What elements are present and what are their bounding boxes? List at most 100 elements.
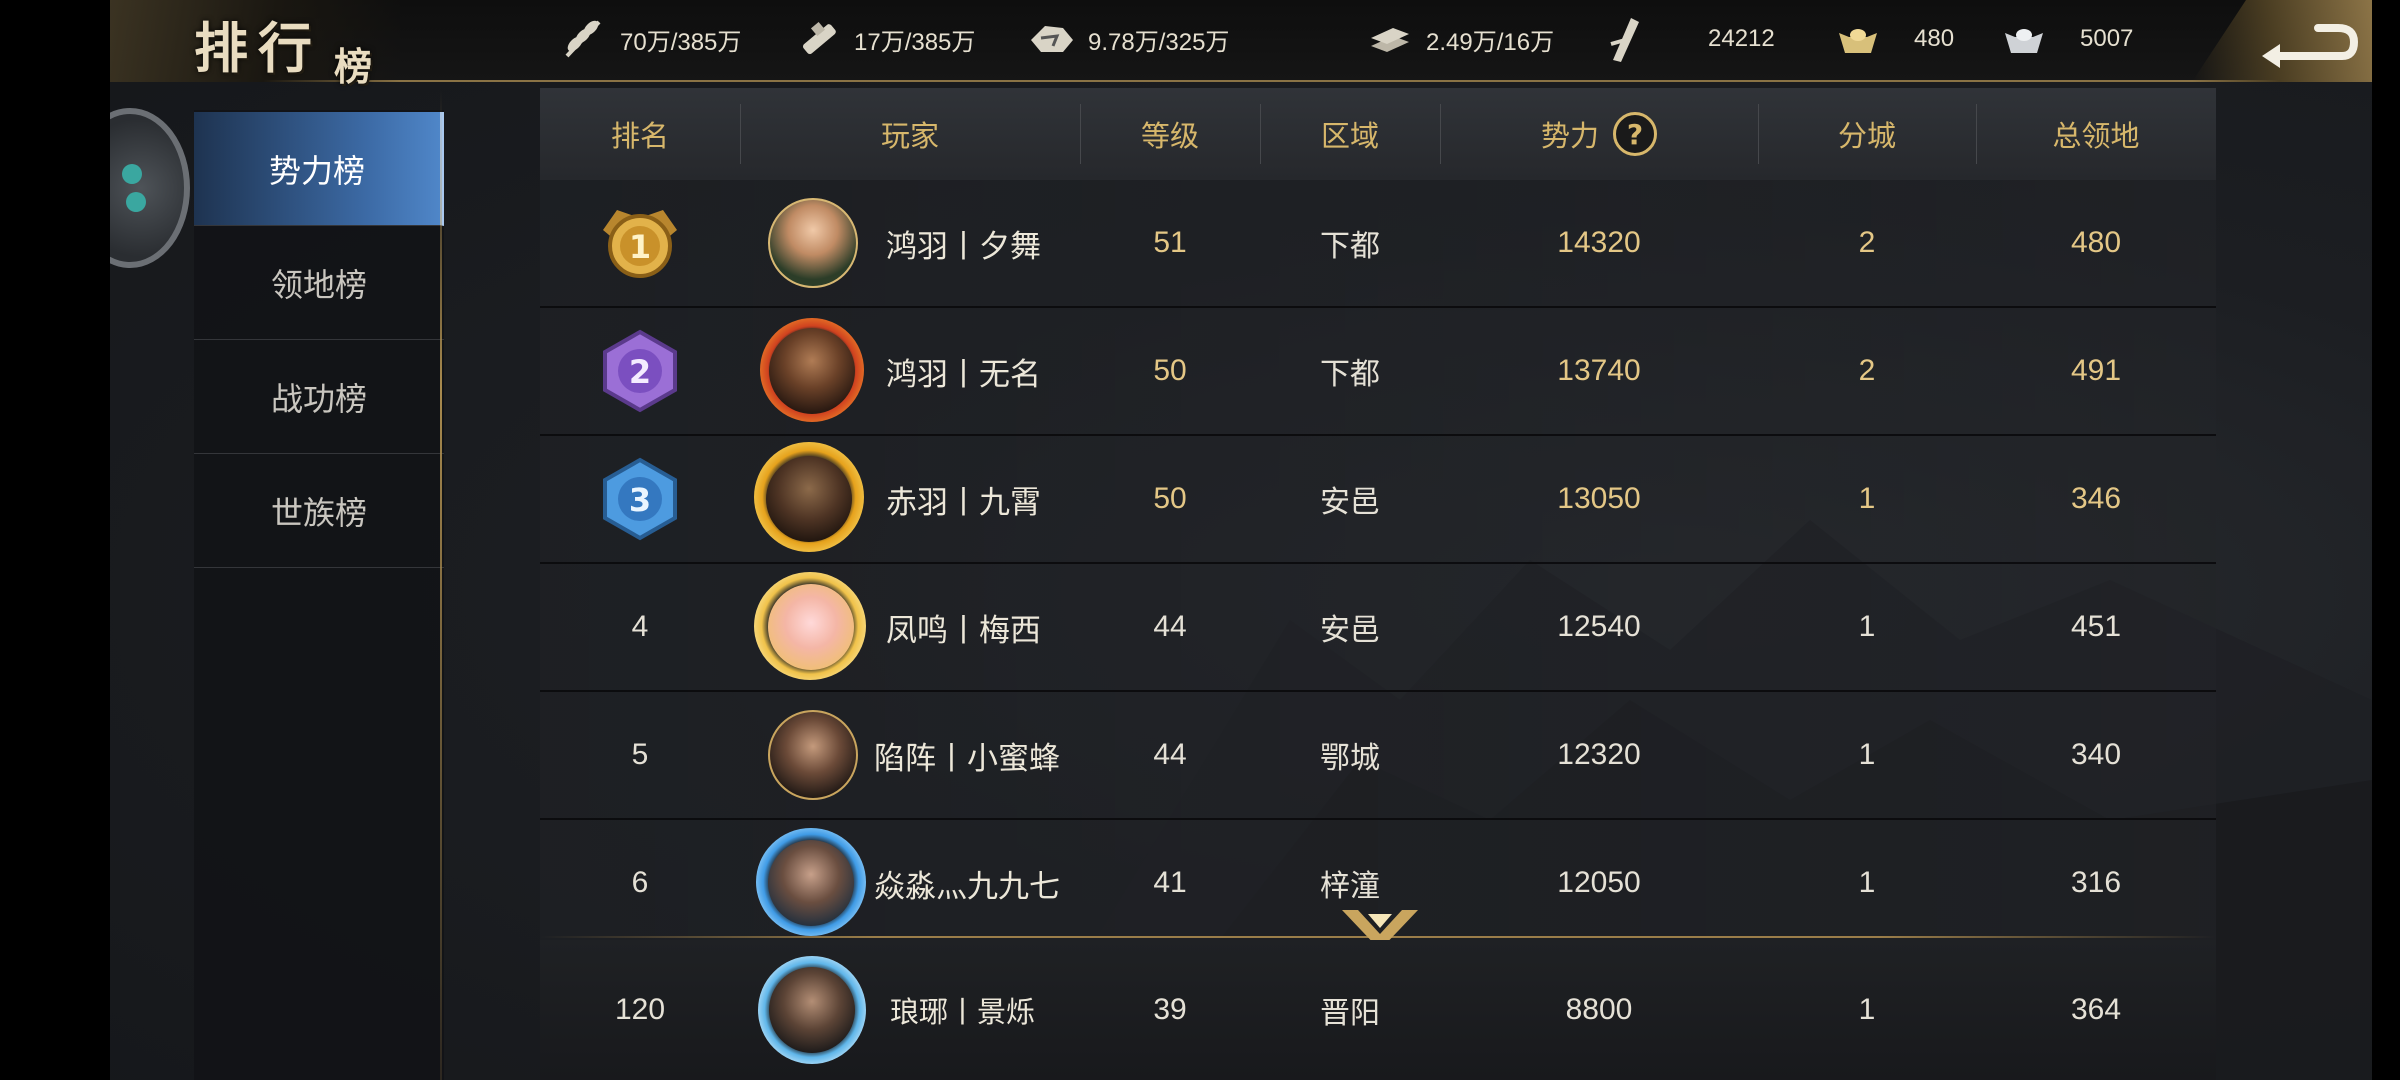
player-branch-cities: 2 [1858,226,1876,259]
stone-value: 9.78万/325万 [1088,28,1230,56]
table-row[interactable]: 5 陷阵丨小蜜蜂 44 鄂城 12320 1 340 [540,692,2216,820]
wood-icon [792,13,844,65]
resource-decree[interactable]: 24212 [1598,0,1775,78]
table-row[interactable]: 4 凤鸣丨梅西 44 安邑 12540 1 451 [540,564,2216,692]
col-power-label: 势力 [1540,119,1599,153]
my-branch-cities: 1 [1858,993,1876,1026]
silver-ingot-icon [1998,13,2050,65]
player-branch-cities: 1 [1858,738,1876,771]
player-branch-cities: 2 [1858,354,1876,387]
avatar[interactable] [768,840,854,926]
tab-power-ranking[interactable]: 势力榜 [194,112,444,226]
my-level: 39 [1153,993,1187,1026]
ranking-screen: 排行 榜 70万/385万 17万/385万 9.78万/325万 2.49万/… [110,0,2372,1080]
resource-silver[interactable]: 5007 [1998,0,2133,78]
col-level: 等级 [1140,119,1199,153]
player-territory: 451 [2070,610,2122,643]
my-player-name[interactable]: 琅琊丨景烁 [870,940,1070,1080]
nav-divider [440,90,442,1080]
table-header: 排名 玩家 等级 区域 势力 ? 分城 总领地 [540,88,2216,180]
my-ranking-row[interactable]: 120 琅琊丨景烁 39 晋阳 8800 1 364 [540,940,2216,1080]
side-menu-button[interactable] [110,108,190,268]
rank-number: 6 [631,866,649,899]
silver-value: 5007 [2080,25,2134,52]
player-branch-cities: 1 [1858,610,1876,643]
wood-value: 17万/385万 [854,28,976,56]
col-rank: 排名 [610,119,669,153]
col-branch: 分城 [1837,119,1896,153]
player-name[interactable]: 鸿羽丨无名 [870,308,1070,434]
player-region: 鄂城 [1320,742,1380,775]
player-branch-cities: 1 [1858,482,1876,515]
svg-text:3: 3 [629,481,651,519]
player-level: 51 [1153,226,1187,259]
purple-medal-icon: 2 [603,329,677,413]
avatar[interactable] [768,584,854,670]
avatar[interactable] [770,712,856,798]
col-player: 玩家 [880,119,939,153]
player-power: 14320 [1557,226,1641,259]
svg-text:2: 2 [629,353,651,391]
player-level: 41 [1153,866,1187,899]
player-name[interactable]: 焱淼灬九九七 [870,820,1070,946]
player-power: 13740 [1557,354,1641,387]
player-name[interactable]: 陷阵丨小蜜蜂 [870,692,1070,818]
gold-ingot-icon [1832,13,1884,65]
tab-merit-ranking[interactable]: 战功榜 [194,340,444,454]
player-power: 12050 [1557,866,1641,899]
iron-value: 2.49万/16万 [1426,28,1555,56]
rank-number: 5 [631,738,649,771]
resource-wood[interactable]: 17万/385万 [792,0,975,78]
player-level: 44 [1153,610,1187,643]
player-region: 安邑 [1320,614,1380,647]
my-power: 8800 [1565,993,1633,1026]
player-power: 13050 [1557,482,1641,515]
player-level: 50 [1153,482,1187,515]
back-button[interactable] [2192,0,2372,82]
power-help-button[interactable]: ? [1613,112,1657,156]
avatar[interactable] [770,200,856,286]
table-row[interactable]: 1 鸿羽丨夕舞 51 下都 14320 2 480 [540,180,2216,308]
title-sub: 榜 [334,44,373,89]
menu-swirl-icon [122,164,146,212]
table-row[interactable]: 3 赤羽丨九霄 50 安邑 13050 1 346 [540,436,2216,564]
player-branch-cities: 1 [1858,866,1876,899]
resource-iron[interactable]: 2.49万/16万 [1364,0,1554,78]
iron-icon [1364,13,1416,65]
decree-icon [1598,13,1650,65]
blue-medal-icon: 3 [603,457,677,541]
player-name[interactable]: 赤羽丨九霄 [870,436,1070,562]
my-avatar[interactable] [769,967,855,1053]
title-main: 排行 [194,16,322,80]
rank-number: 4 [631,610,649,643]
tab-clan-ranking[interactable]: 世族榜 [194,454,444,568]
my-rank-number: 120 [614,993,666,1026]
player-region: 安邑 [1320,486,1380,519]
top-bar: 排行 榜 70万/385万 17万/385万 9.78万/325万 2.49万/… [110,0,2372,89]
col-territory: 总领地 [2052,119,2140,153]
resource-stone[interactable]: 9.78万/325万 [1026,0,1229,78]
back-arrow-icon [2262,24,2358,68]
table-row[interactable]: 2 鸿羽丨无名 50 下都 13740 2 491 [540,308,2216,436]
resource-wheat[interactable]: 70万/385万 [558,0,741,78]
wheat-icon [558,13,610,65]
my-region: 晋阳 [1320,997,1380,1030]
player-region: 下都 [1320,358,1380,391]
gold-medal-icon: 1 [603,210,677,278]
player-power: 12540 [1557,610,1641,643]
resource-gold[interactable]: 480 [1832,0,1954,78]
player-level: 44 [1153,738,1187,771]
gold-value: 480 [1914,25,1955,52]
avatar[interactable] [766,456,852,542]
my-territory: 364 [2070,993,2122,1026]
player-territory: 480 [2070,226,2122,259]
player-territory: 491 [2070,354,2122,387]
svg-text:1: 1 [629,228,651,266]
avatar[interactable] [769,328,855,414]
player-level: 50 [1153,354,1187,387]
player-name[interactable]: 鸿羽丨夕舞 [870,180,1070,306]
wheat-value: 70万/385万 [620,28,742,56]
tab-territory-ranking[interactable]: 领地榜 [194,226,444,340]
ranking-category-nav: 势力榜 领地榜 战功榜 世族榜 [194,110,444,1080]
player-name[interactable]: 凤鸣丨梅西 [870,564,1070,690]
